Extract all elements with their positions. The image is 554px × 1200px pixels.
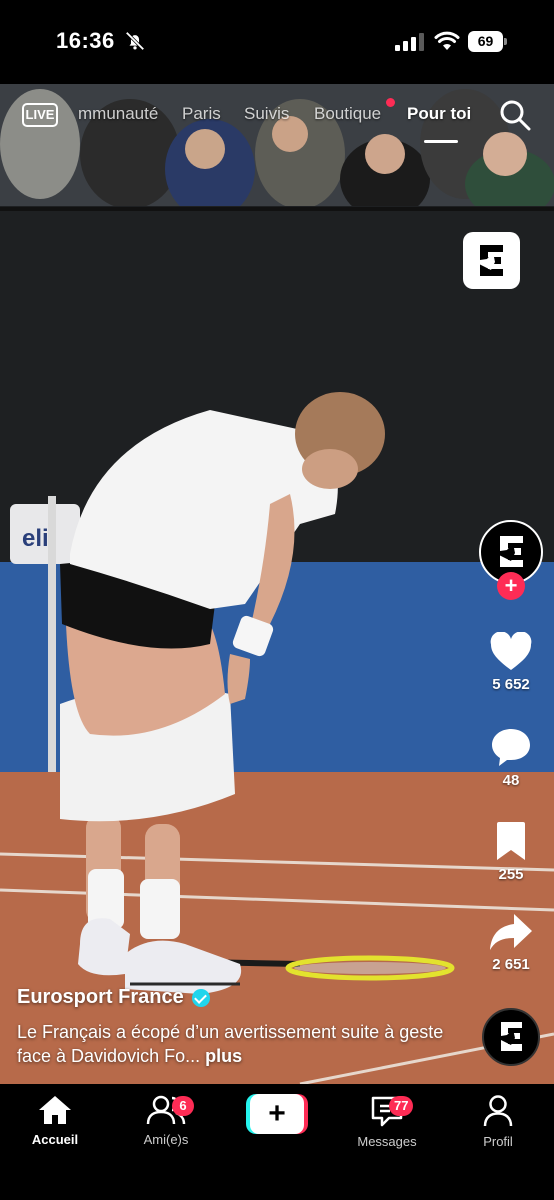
battery-level: 69 xyxy=(468,31,503,52)
sound-disc[interactable] xyxy=(482,1008,540,1066)
tab-paris[interactable]: Paris xyxy=(182,104,221,124)
bookmark-count: 255 xyxy=(498,866,524,883)
tab-suivis[interactable]: Suivis xyxy=(244,104,289,124)
create-button[interactable]: + xyxy=(246,1094,308,1134)
comment-icon xyxy=(492,729,530,766)
heart-icon xyxy=(490,632,532,670)
comment-button[interactable]: 48 xyxy=(481,726,541,789)
profile-icon xyxy=(483,1095,513,1127)
battery-icon: 69 xyxy=(468,31,508,52)
verified-badge-icon xyxy=(191,988,210,1007)
bookmark-icon xyxy=(497,822,525,860)
share-button[interactable]: 2 651 xyxy=(481,912,541,973)
nav-friends[interactable]: Ami(e)s 6 xyxy=(116,1094,216,1147)
signal-icon xyxy=(395,33,424,51)
author-label: Eurosport France xyxy=(17,986,184,1008)
create-plus-icon: + xyxy=(250,1094,304,1134)
bookmark-button[interactable]: 255 xyxy=(481,820,541,883)
eurosport-logo xyxy=(463,232,520,289)
tab-pour-toi[interactable]: Pour toi xyxy=(407,104,471,124)
nav-profile-label: Profil xyxy=(483,1134,513,1149)
nav-messages[interactable]: Messages 77 xyxy=(337,1094,437,1149)
clock: 16:36 xyxy=(56,28,115,53)
nav-home-label: Accueil xyxy=(31,1132,79,1147)
active-tab-indicator xyxy=(424,140,458,143)
share-count: 2 651 xyxy=(492,956,530,973)
wifi-icon xyxy=(434,31,460,50)
caption-more-link[interactable]: plus xyxy=(205,1046,242,1066)
nav-home[interactable]: Accueil xyxy=(5,1094,105,1147)
bell-slash-icon xyxy=(125,31,145,51)
nav-friends-label: Ami(e)s xyxy=(143,1132,189,1147)
friends-badge: 6 xyxy=(172,1096,194,1116)
nav-profile[interactable]: Profil xyxy=(448,1094,548,1149)
svg-text:eli: eli xyxy=(22,525,49,552)
status-bar: 16:36 69 xyxy=(0,0,554,84)
share-icon xyxy=(490,914,532,950)
home-icon xyxy=(39,1096,71,1124)
notification-dot xyxy=(386,98,395,107)
video-caption[interactable]: Le Français a écopé d’un avertissement s… xyxy=(17,1020,457,1068)
tab-communaute[interactable]: mmunauté xyxy=(78,104,158,124)
live-tv-icon[interactable]: LIVE xyxy=(20,100,60,130)
search-icon[interactable] xyxy=(498,98,532,132)
nav-messages-label: Messages xyxy=(357,1134,417,1149)
author-name[interactable]: Eurosport France xyxy=(17,986,210,1009)
follow-button[interactable]: + xyxy=(497,572,525,600)
messages-badge: 77 xyxy=(389,1096,414,1116)
like-button[interactable]: 5 652 xyxy=(481,632,541,693)
comment-count: 48 xyxy=(502,772,520,789)
tab-boutique[interactable]: Boutique xyxy=(314,104,381,124)
live-label: LIVE xyxy=(25,107,55,122)
like-count: 5 652 xyxy=(492,676,530,693)
